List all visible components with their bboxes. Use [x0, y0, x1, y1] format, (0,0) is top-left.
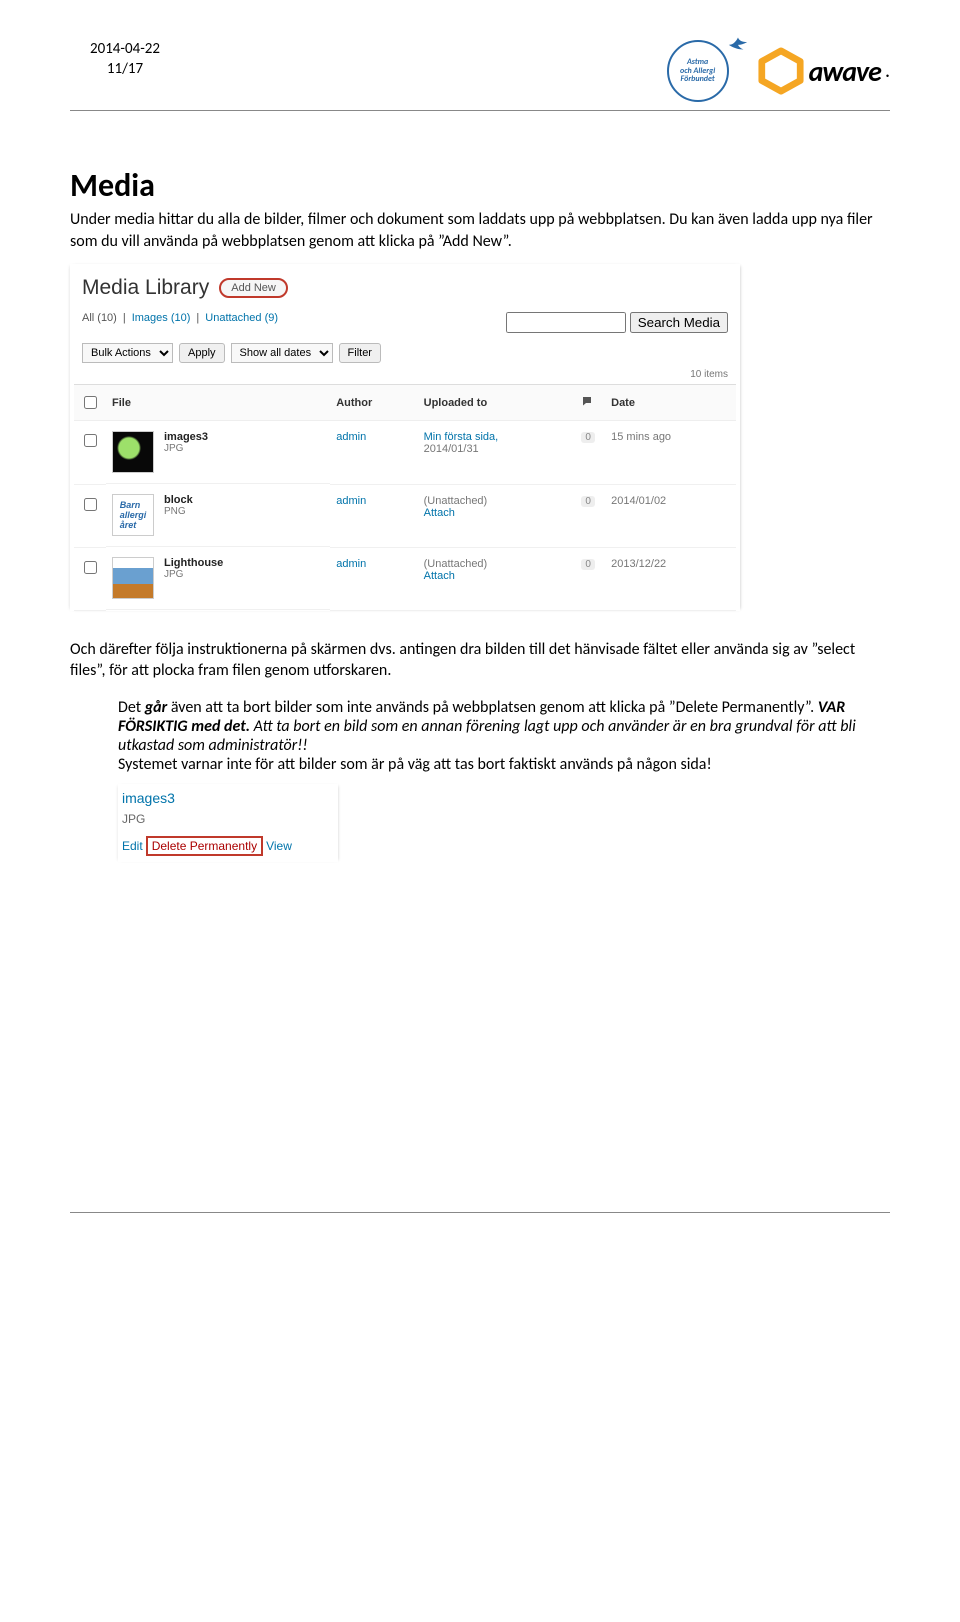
mid-paragraph: Och därefter följa instruktionerna på sk…	[70, 639, 890, 682]
sd-filetype: JPG	[122, 812, 334, 826]
table-row: Barnallergiåret block PNG admin (Unattac…	[74, 484, 736, 547]
uploaded-status: (Unattached)	[424, 558, 570, 570]
edit-link[interactable]: Edit	[122, 839, 143, 853]
search-media-button[interactable]: Search Media	[630, 312, 728, 333]
section-title: Media	[70, 166, 890, 205]
file-type: JPG	[164, 569, 223, 580]
filter-button[interactable]: Filter	[339, 343, 381, 363]
awave-hexagon-icon	[757, 47, 805, 95]
comment-count[interactable]: 0	[581, 432, 595, 443]
comment-count[interactable]: 0	[581, 559, 595, 570]
awave-logo: awave.	[757, 47, 890, 95]
author-cell[interactable]: admin	[330, 421, 417, 485]
media-library-screenshot: Media Library Add New All (10) | Images …	[70, 264, 740, 611]
filter-unattached[interactable]: Unattached (9)	[205, 312, 278, 333]
uploaded-link[interactable]: Min första sida,	[424, 431, 570, 443]
header-date: 2014-04-22	[70, 40, 180, 60]
sd-filename[interactable]: images3	[122, 790, 334, 806]
header-date-block: 2014-04-22 11/17	[70, 40, 180, 79]
file-name[interactable]: images3	[164, 431, 208, 443]
header-page-number: 11/17	[70, 60, 180, 80]
media-table: File Author Uploaded to Date images3	[74, 384, 736, 611]
thumbnail-icon: Barnallergiåret	[112, 494, 154, 536]
file-name[interactable]: Lighthouse	[164, 557, 223, 569]
date-cell: 2013/12/22	[605, 547, 736, 610]
thumbnail-icon	[112, 557, 154, 599]
intro-paragraph: Under media hittar du alla de bilder, fi…	[70, 209, 890, 252]
row-checkbox[interactable]	[84, 561, 97, 574]
media-filter-links: All (10) | Images (10) | Unattached (9) …	[74, 310, 736, 339]
item-count: 10 items	[74, 367, 736, 384]
file-name[interactable]: block	[164, 494, 193, 506]
footer-divider	[70, 1212, 890, 1213]
filter-images[interactable]: Images (10)	[132, 312, 191, 333]
header-logos: Astma och Allergi Förbundet awave.	[667, 40, 890, 102]
author-cell[interactable]: admin	[330, 547, 417, 610]
col-uploaded[interactable]: Uploaded to	[418, 385, 576, 421]
thumbnail-icon	[112, 431, 154, 473]
col-file[interactable]: File	[106, 385, 330, 421]
uploaded-date: 2014/01/31	[424, 443, 570, 455]
attach-link[interactable]: Attach	[424, 507, 570, 519]
bird-icon	[727, 32, 749, 54]
awave-logo-text: awave	[809, 54, 881, 89]
date-filter-select[interactable]: Show all dates	[231, 343, 333, 363]
delete-permanently-link[interactable]: Delete Permanently	[146, 836, 263, 856]
warning-paragraph-1: Det går även att ta bort bilder som inte…	[118, 698, 890, 774]
media-library-title: Media Library	[82, 276, 209, 300]
add-new-button[interactable]: Add New	[219, 278, 288, 298]
astma-logo-text: Astma och Allergi Förbundet	[680, 58, 715, 83]
select-all-checkbox[interactable]	[84, 396, 97, 409]
attach-link[interactable]: Attach	[424, 570, 570, 582]
author-cell[interactable]: admin	[330, 484, 417, 547]
row-checkbox[interactable]	[84, 498, 97, 511]
media-toolbar: Bulk Actions Apply Show all dates Filter	[74, 339, 736, 367]
date-cell: 15 mins ago	[605, 421, 736, 485]
page-header: 2014-04-22 11/17 Astma och Allergi Förbu…	[70, 40, 890, 111]
table-row: Lighthouse JPG admin (Unattached) Attach…	[74, 547, 736, 610]
warning-paragraph-2: Systemet varnar inte för att bilder som …	[118, 755, 890, 774]
file-type: PNG	[164, 506, 193, 517]
uploaded-status: (Unattached)	[424, 495, 570, 507]
row-checkbox[interactable]	[84, 434, 97, 447]
media-search-input[interactable]	[506, 312, 626, 333]
comment-count[interactable]: 0	[581, 496, 595, 507]
table-row: images3 JPG admin Min första sida, 2014/…	[74, 421, 736, 485]
col-date[interactable]: Date	[605, 385, 736, 421]
filter-all[interactable]: All (10)	[82, 312, 117, 333]
view-link[interactable]: View	[266, 839, 292, 853]
col-author[interactable]: Author	[330, 385, 417, 421]
delete-permanently-screenshot: images3 JPG Edit Delete Permanently View	[118, 784, 338, 862]
apply-button[interactable]: Apply	[179, 343, 225, 363]
date-cell: 2014/01/02	[605, 484, 736, 547]
astma-allergi-logo: Astma och Allergi Förbundet	[667, 40, 739, 102]
bulk-actions-select[interactable]: Bulk Actions	[82, 343, 173, 363]
col-comments-icon[interactable]	[575, 385, 605, 421]
comment-icon	[581, 395, 593, 407]
file-type: JPG	[164, 443, 208, 454]
